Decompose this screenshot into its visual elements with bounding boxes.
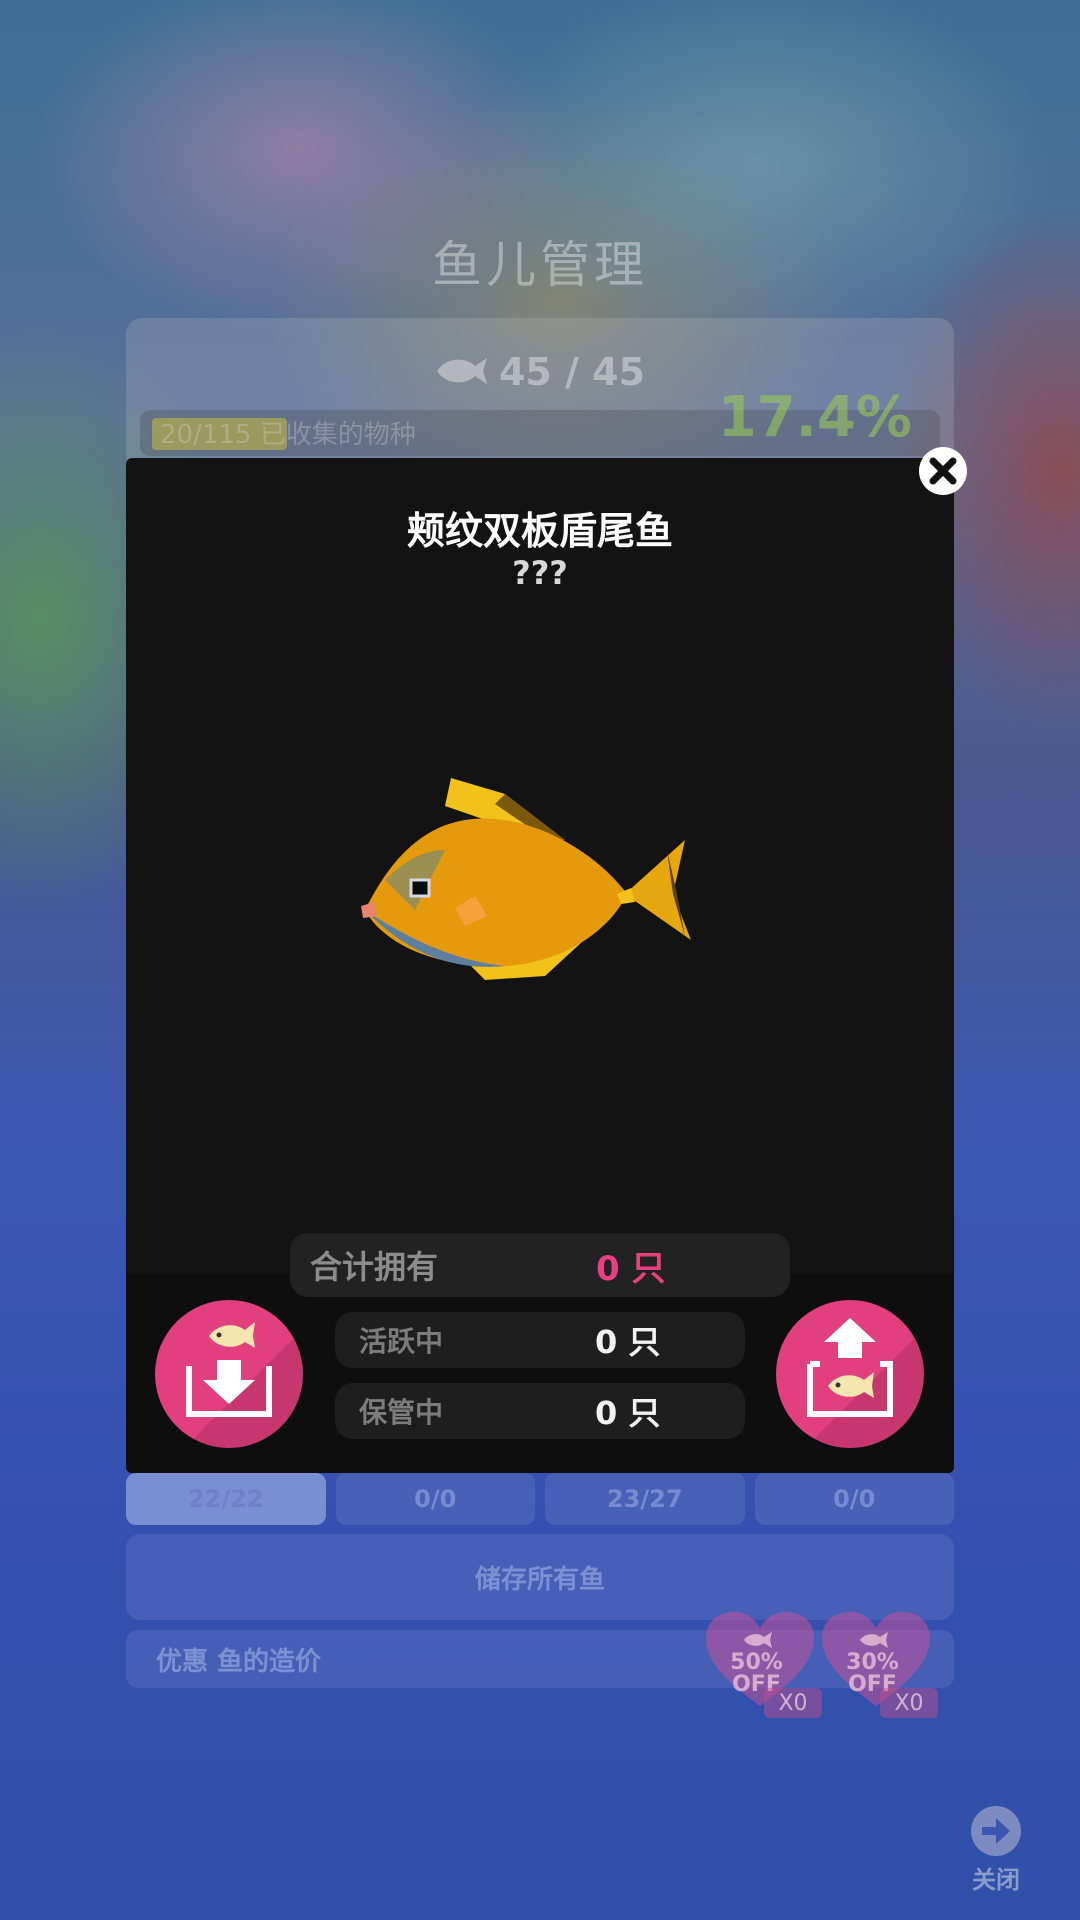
- coupon-percent: 50%: [730, 1650, 783, 1675]
- modal-close-button[interactable]: [918, 446, 968, 496]
- active-label: 活跃中: [359, 1325, 444, 1358]
- fish-count: 45 / 45: [0, 350, 1080, 397]
- total-owned-label: 合计拥有: [310, 1248, 439, 1286]
- store-all-button[interactable]: 储存所有鱼: [126, 1534, 954, 1620]
- tab-category-2[interactable]: 0/0: [335, 1473, 535, 1525]
- store-fish-icon: [186, 1322, 272, 1417]
- retrieve-fish-icon: [807, 1318, 893, 1417]
- fish-icon: [435, 353, 489, 397]
- coupon-percent: 30%: [846, 1650, 899, 1675]
- stored-value: 0 只: [595, 1394, 661, 1432]
- active-row: 活跃中 0 只: [335, 1312, 745, 1368]
- total-owned-value: 0 只: [596, 1248, 666, 1289]
- fish-model-image: [355, 770, 695, 990]
- tab-category-4[interactable]: 0/0: [754, 1473, 954, 1525]
- close-icon: [919, 447, 967, 495]
- store-fish-button[interactable]: [155, 1300, 303, 1448]
- species-percent: 17.4%: [717, 385, 912, 450]
- coupon-30-off[interactable]: 30% OFF X0: [820, 1610, 938, 1720]
- category-tabs: 22/22 0/0 23/27 0/0: [126, 1473, 954, 1525]
- coupon-50-off[interactable]: 50% OFF X0: [704, 1610, 822, 1720]
- fish-subtitle: ???: [512, 554, 568, 592]
- active-value: 0 只: [595, 1323, 661, 1361]
- coupon-count: X0: [880, 1688, 938, 1718]
- tab-category-3[interactable]: 23/27: [545, 1473, 745, 1525]
- species-progress-text: 20/115 已收集的物种: [160, 420, 416, 450]
- close-screen-label: 关闭: [972, 1866, 1020, 1894]
- arrow-right-icon: [971, 1806, 1021, 1856]
- close-screen-button[interactable]: 关闭: [968, 1806, 1024, 1895]
- stored-label: 保管中: [359, 1396, 444, 1429]
- total-owned-row: 合计拥有 0 只: [290, 1233, 790, 1297]
- tab-category-1[interactable]: 22/22: [126, 1473, 326, 1525]
- fish-name: 颊纹双板盾尾鱼: [406, 509, 673, 553]
- screen-title: 鱼儿管理: [432, 236, 648, 294]
- retrieve-fish-button[interactable]: [776, 1300, 924, 1448]
- fish-count-value: 45 / 45: [498, 350, 646, 394]
- coupon-count: X0: [764, 1688, 822, 1718]
- stored-row: 保管中 0 只: [335, 1383, 745, 1439]
